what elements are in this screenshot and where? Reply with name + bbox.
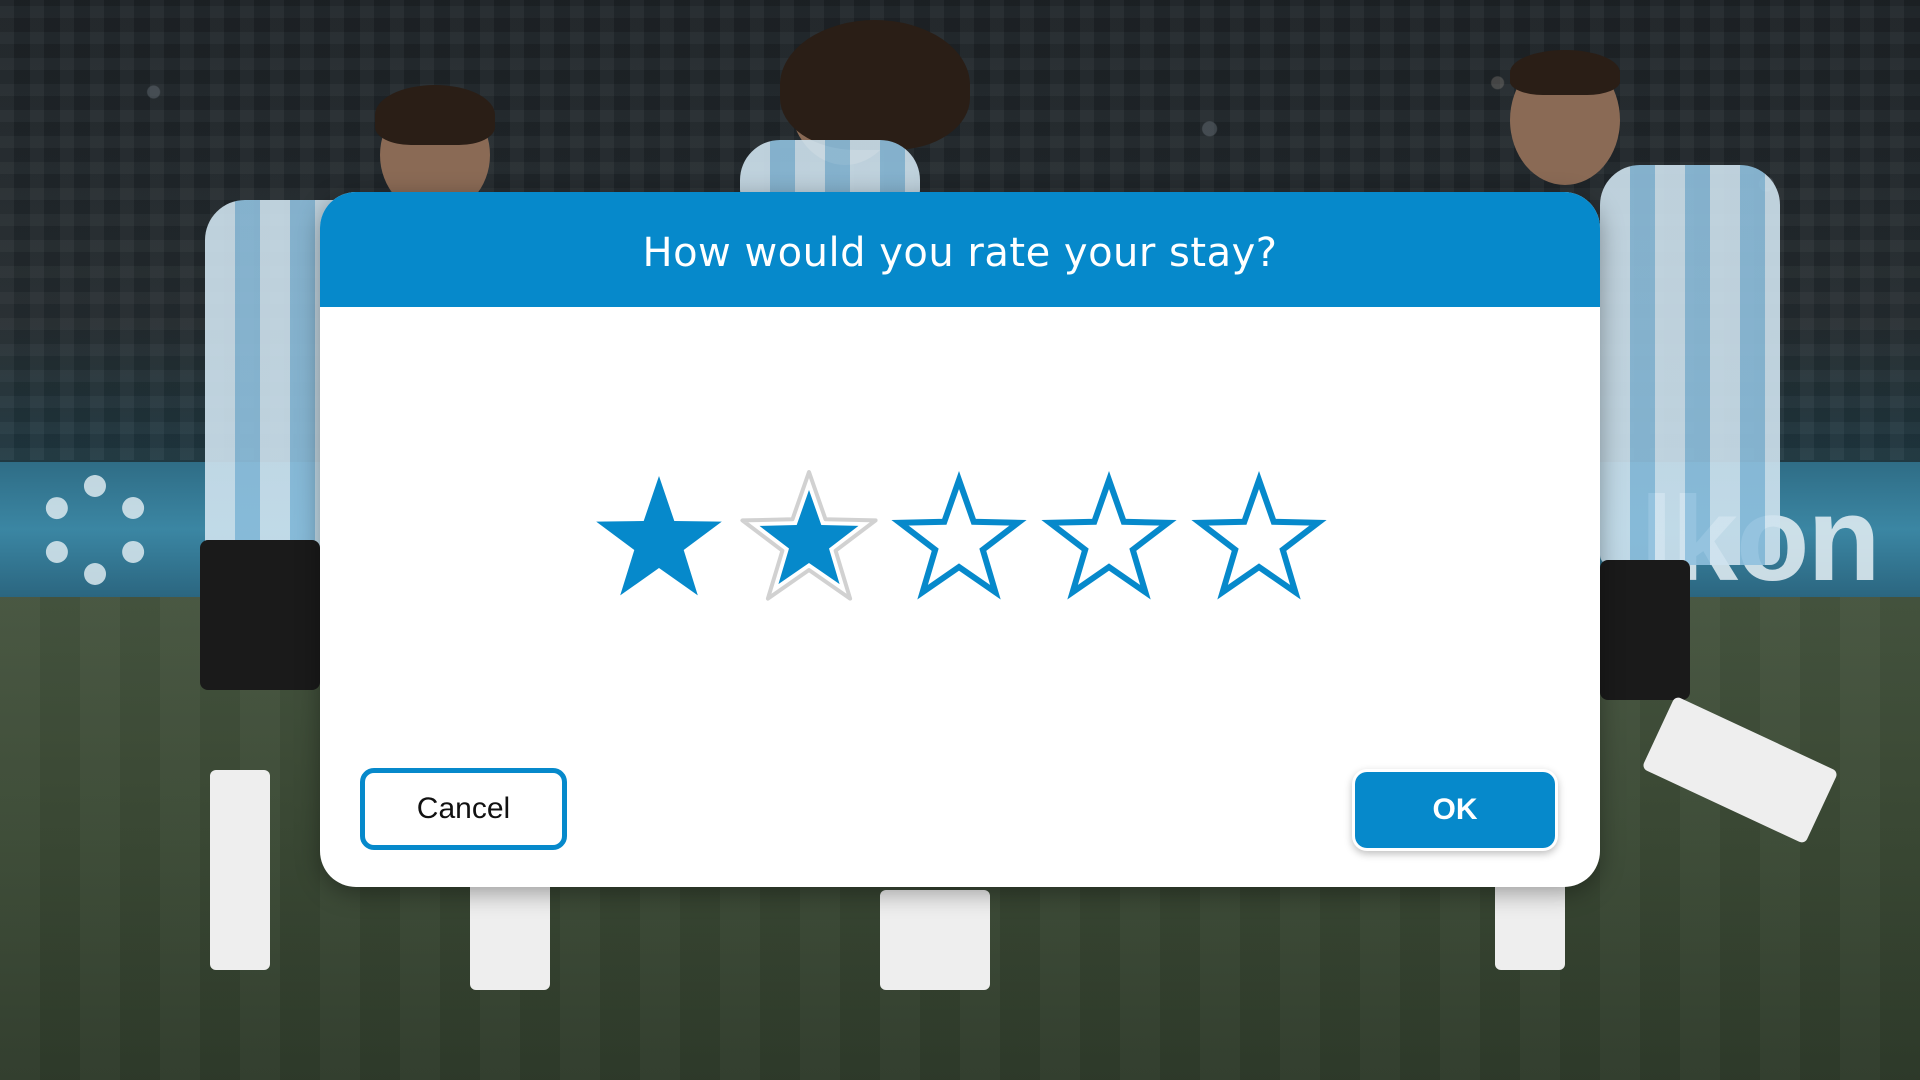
star-2[interactable] bbox=[739, 470, 879, 610]
star-5[interactable] bbox=[1189, 470, 1329, 610]
ok-button[interactable]: OK bbox=[1355, 772, 1555, 848]
star-3[interactable] bbox=[889, 470, 1029, 610]
star-4[interactable] bbox=[1039, 470, 1179, 610]
dialog-header: How would you rate your stay? bbox=[320, 192, 1600, 307]
ad-logo-ring bbox=[40, 475, 150, 585]
dialog-title: How would you rate your stay? bbox=[642, 229, 1278, 276]
star-outline-icon bbox=[1191, 470, 1327, 600]
rating-dialog: How would you rate your stay? Cancel OK bbox=[320, 192, 1600, 887]
cancel-button[interactable]: Cancel bbox=[360, 768, 567, 850]
star-filled-icon bbox=[740, 470, 878, 601]
star-1[interactable] bbox=[589, 470, 729, 610]
star-filled-icon bbox=[596, 476, 722, 596]
star-outline-icon bbox=[1041, 470, 1177, 600]
star-outline-icon bbox=[891, 470, 1027, 600]
star-rating bbox=[320, 470, 1600, 610]
